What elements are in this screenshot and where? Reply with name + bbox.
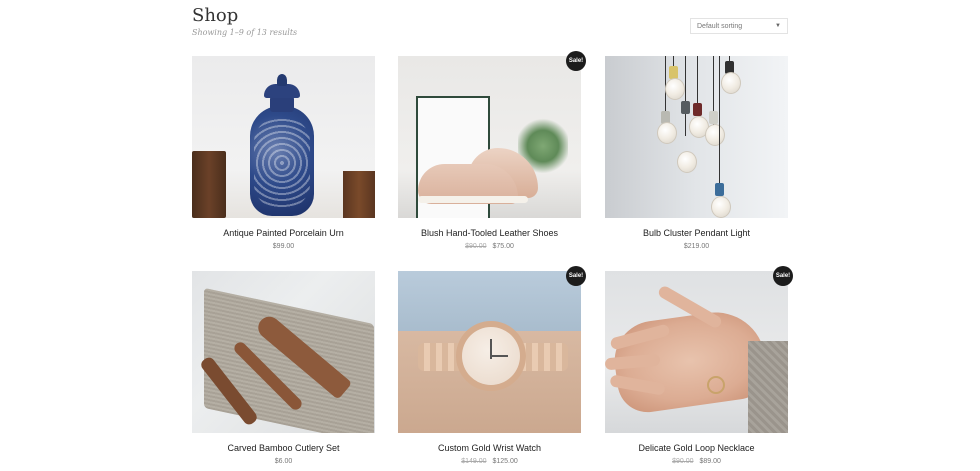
regular-price: $90.00 bbox=[465, 243, 487, 250]
current-price: $89.00 bbox=[699, 458, 721, 465]
product-price: $149.00 $125.00 bbox=[398, 458, 581, 465]
product-price: $99.00 bbox=[192, 243, 375, 250]
product-card: Sale! Custom Gold Wrist Watch $149.00 $1… bbox=[398, 266, 586, 465]
product-image[interactable] bbox=[192, 56, 375, 218]
product-name[interactable]: Antique Painted Porcelain Urn bbox=[192, 228, 375, 238]
product-card: Antique Painted Porcelain Urn $99.00 bbox=[192, 56, 375, 250]
current-price: $125.00 bbox=[492, 458, 518, 465]
product-name[interactable]: Bulb Cluster Pendant Light bbox=[605, 228, 788, 238]
product-name[interactable]: Carved Bamboo Cutlery Set bbox=[192, 443, 375, 453]
product-image[interactable] bbox=[192, 271, 375, 433]
current-price: $6.00 bbox=[274, 458, 293, 465]
product-price: $90.00 $89.00 bbox=[605, 458, 788, 465]
product-image[interactable] bbox=[398, 271, 581, 433]
product-image[interactable] bbox=[398, 56, 581, 218]
page-title: Shop bbox=[192, 5, 239, 26]
product-price: $219.00 bbox=[605, 243, 788, 250]
current-price: $99.00 bbox=[272, 243, 295, 250]
sale-badge: Sale! bbox=[773, 266, 793, 286]
sale-badge: Sale! bbox=[566, 51, 586, 71]
product-card: Bulb Cluster Pendant Light $219.00 bbox=[605, 56, 788, 250]
current-price: $219.00 bbox=[683, 243, 710, 250]
sort-select-value: Default sorting bbox=[697, 22, 743, 30]
product-name[interactable]: Blush Hand-Tooled Leather Shoes bbox=[398, 228, 581, 238]
product-card: Sale! Delicate Gold Loop Necklace $90.00… bbox=[605, 266, 793, 465]
product-card: Sale! Blush Hand-Tooled Leather Shoes $9… bbox=[398, 51, 586, 250]
product-price: $90.00 $75.00 bbox=[398, 243, 581, 250]
product-price: $6.00 bbox=[192, 458, 375, 465]
product-card: Carved Bamboo Cutlery Set $6.00 bbox=[192, 271, 375, 465]
sort-select[interactable]: Default sorting ▼ bbox=[690, 18, 788, 34]
sale-badge: Sale! bbox=[566, 266, 586, 286]
product-name[interactable]: Delicate Gold Loop Necklace bbox=[605, 443, 788, 453]
result-count: Showing 1–9 of 13 results bbox=[192, 28, 298, 37]
current-price: $75.00 bbox=[492, 243, 514, 250]
regular-price: $149.00 bbox=[461, 458, 487, 465]
regular-price: $90.00 bbox=[672, 458, 694, 465]
chevron-down-icon: ▼ bbox=[775, 23, 781, 29]
product-name[interactable]: Custom Gold Wrist Watch bbox=[398, 443, 581, 453]
product-image[interactable] bbox=[605, 271, 788, 433]
product-image[interactable] bbox=[605, 56, 788, 218]
